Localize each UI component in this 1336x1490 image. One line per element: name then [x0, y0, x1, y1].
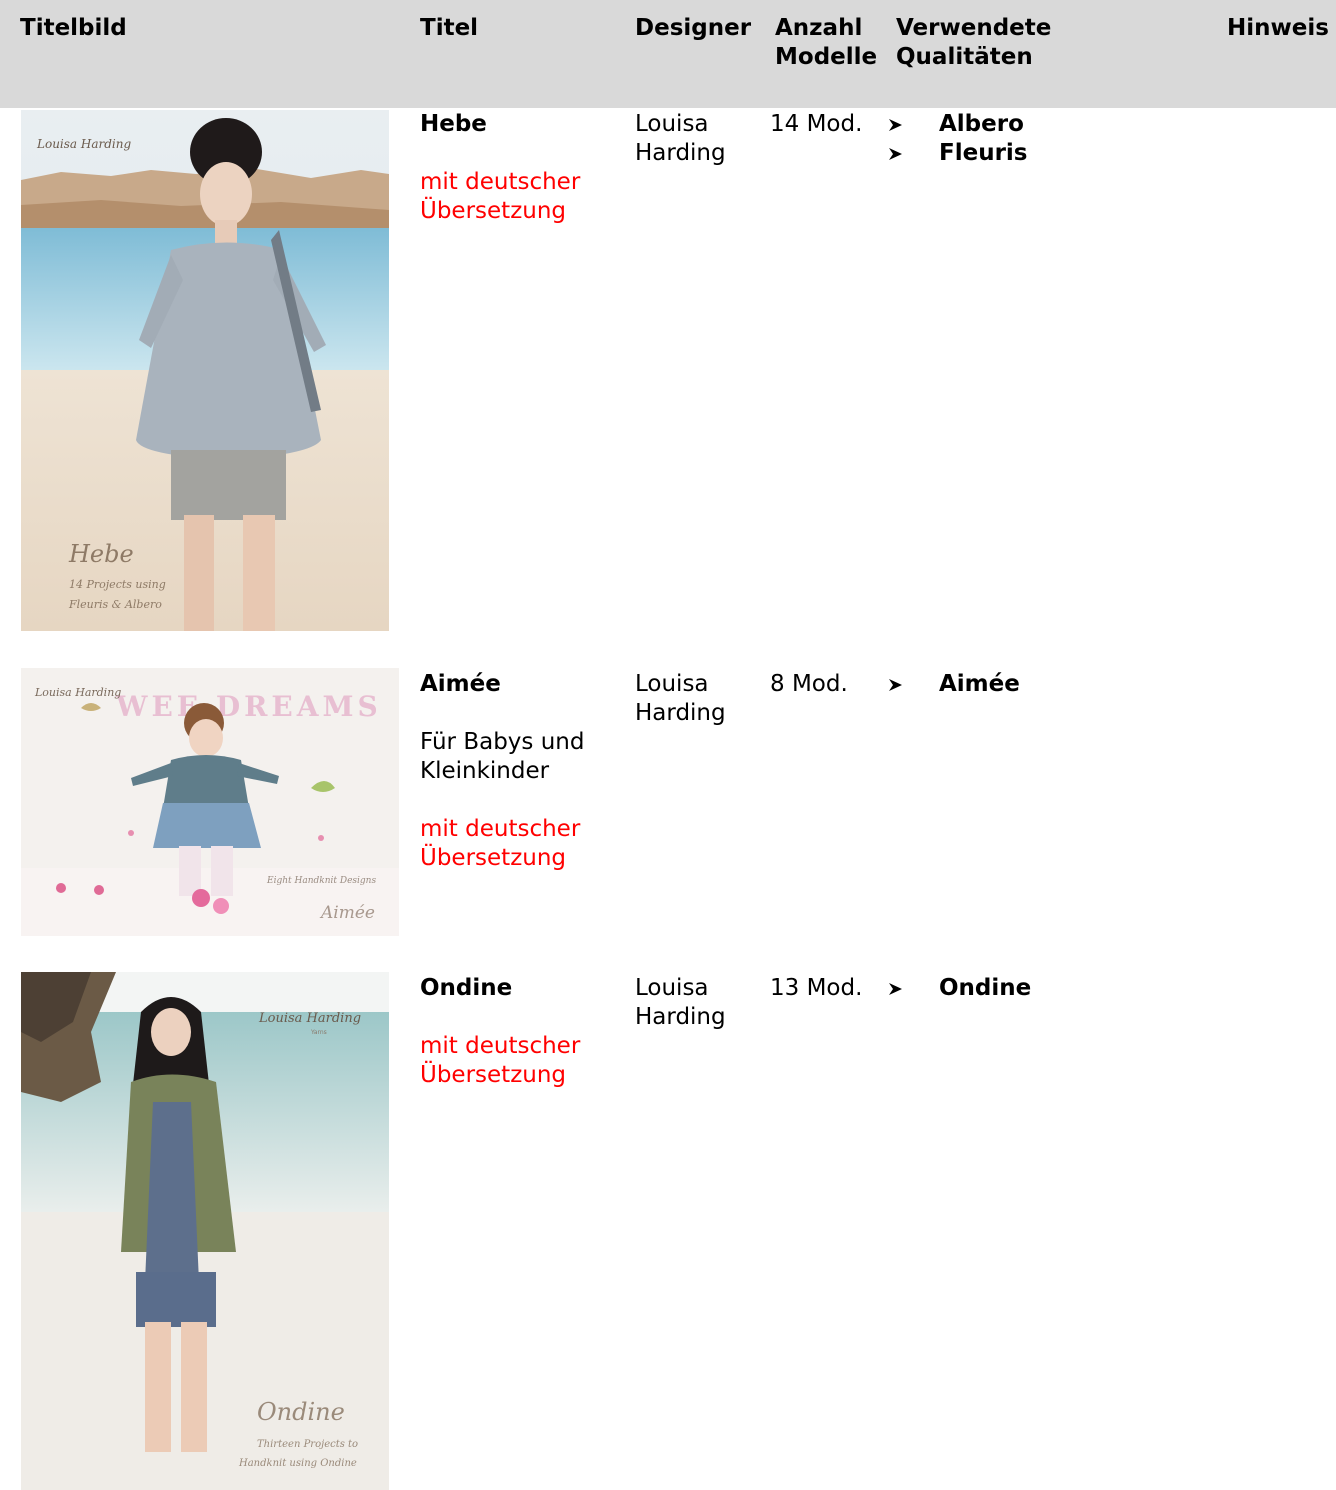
model-count: 14 Mod.: [770, 111, 863, 137]
book-subtitle: Für Babys und Kleinkinder: [420, 729, 585, 784]
cover-brand-aimee: Louisa Harding: [34, 686, 121, 699]
list-item: Albero: [887, 110, 1028, 139]
cover-banner-aimee: WEE DREAMS: [115, 690, 382, 723]
book-title: Hebe: [420, 111, 487, 137]
cover-script-title-hebe: Hebe: [68, 540, 134, 568]
col-header-anzahl: Anzahl Modelle: [775, 15, 878, 70]
qualities-list: Ondine: [887, 974, 1031, 1003]
qualities-list: Aimée: [887, 670, 1020, 699]
col-header-titel: Titel: [420, 15, 479, 41]
arrowhead-bullet-icon: [889, 148, 902, 160]
cover-script-line: Fleuris & Albero: [68, 598, 162, 611]
translation-note: mit deutscher Übersetzung: [420, 1033, 581, 1088]
designer-cell: Louisa Harding: [635, 111, 726, 166]
cover-brand-hebe: Louisa Harding: [36, 137, 131, 151]
cover-script-line: Handknit using Ondine: [238, 1458, 357, 1469]
title-cell: Hebe mit deutscher Übersetzung: [420, 110, 580, 226]
cover-script-title-aimee: Aimée: [319, 903, 375, 923]
list-item: Fleuris: [887, 139, 1028, 168]
cover-script-line: 14 Projects using: [69, 578, 166, 591]
col-header-titelbild: Titelbild: [20, 15, 127, 41]
qualities-list: Albero Fleuris: [887, 110, 1028, 168]
cover-script-title-ondine: Ondine: [257, 1398, 345, 1426]
translation-note: mit deutscher Übersetzung: [420, 169, 581, 224]
cover-brand-sub: Yarns: [310, 1029, 327, 1036]
translation-note: mit deutscher Übersetzung: [420, 816, 581, 871]
book-title: Ondine: [420, 975, 513, 1001]
table-header: Titelbild Titel Designer Anzahl Modelle …: [0, 0, 1336, 108]
arrowhead-bullet-icon: [889, 679, 902, 691]
designer-cell: Louisa Harding: [635, 975, 726, 1030]
list-item: Ondine: [887, 974, 1031, 1003]
model-count: 13 Mod.: [770, 975, 863, 1001]
title-cell: Aimée Für Babys und Kleinkinder mit deut…: [420, 670, 584, 873]
arrowhead-bullet-icon: [889, 983, 902, 995]
arrowhead-bullet-icon: [889, 119, 902, 131]
col-header-qualitaeten: Verwendete Qualitäten: [896, 15, 1052, 70]
model-count: 8 Mod.: [770, 671, 848, 697]
cover-script-line: Eight Handknit Designs: [266, 876, 376, 886]
title-cell: Ondine mit deutscher Übersetzung: [420, 974, 580, 1090]
designer-cell: Louisa Harding: [635, 671, 726, 726]
cover-brand-ondine: Louisa Harding: [258, 1011, 361, 1026]
col-header-designer: Designer: [635, 15, 752, 41]
cover-script-line: Thirteen Projects to: [257, 1439, 358, 1450]
book-title: Aimée: [420, 671, 501, 697]
cover-image-hebe[interactable]: Louisa Harding Hebe 14 Projects using Fl…: [21, 110, 389, 631]
list-item: Aimée: [887, 670, 1020, 699]
cover-image-aimee[interactable]: WEE DREAMS Louisa Harding Eight Handknit…: [21, 668, 399, 936]
cover-image-ondine[interactable]: Louisa Harding Yarns Ondine Thirteen Pro…: [21, 972, 389, 1490]
col-header-hinweis: Hinweis: [1227, 15, 1329, 41]
